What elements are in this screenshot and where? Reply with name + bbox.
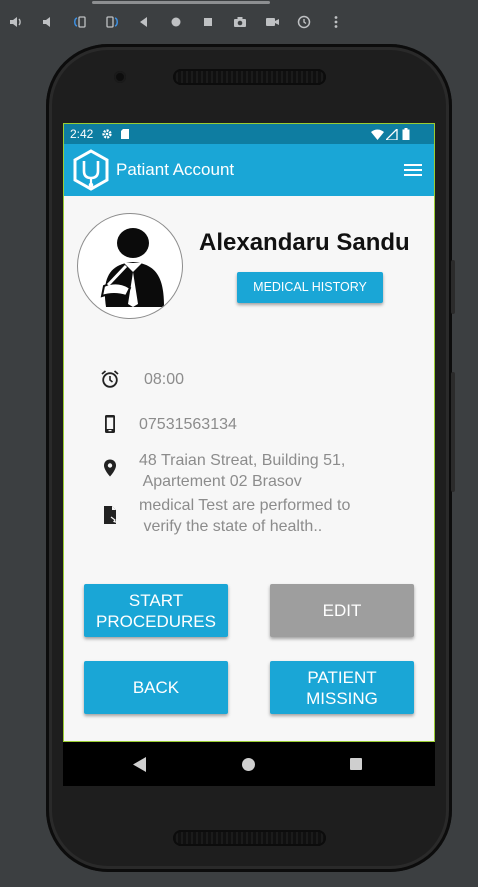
patient-name: Alexandaru Sandu [199, 229, 410, 256]
menu-icon[interactable] [404, 163, 422, 177]
alarm-clock-icon [101, 370, 119, 388]
ide-status-bar [0, 879, 478, 887]
patient-phone: 07531563134 [139, 416, 237, 433]
navigation-bar [63, 742, 435, 786]
nav-recent-apps-icon[interactable] [350, 758, 362, 770]
appointment-time: 08:00 [144, 371, 185, 388]
patient-silhouette-icon [100, 228, 164, 307]
wifi-icon [371, 129, 384, 140]
nav-back-icon[interactable] [133, 757, 147, 772]
toolbar-drag-handle[interactable] [92, 1, 270, 4]
device-screen: 2:42 Patiant Account Alexandaru Sandu ME… [63, 123, 435, 742]
overview-icon[interactable] [192, 6, 224, 38]
front-camera [114, 71, 126, 83]
more-icon[interactable] [320, 6, 352, 38]
bottom-speaker [173, 830, 326, 846]
back-button[interactable]: BACK [84, 661, 228, 714]
top-speaker [173, 69, 326, 85]
patient-address: 48 Traian Streat, Building 51, Apartemen… [139, 452, 346, 490]
app-logo-icon [73, 149, 109, 191]
app-bar-title: Patiant Account [116, 160, 235, 179]
back-icon[interactable] [128, 6, 160, 38]
document-note-icon [104, 506, 120, 524]
patient-missing-button[interactable]: PATIENT MISSING [270, 661, 414, 714]
side-button-lower[interactable] [451, 372, 455, 492]
emulator-toolbar [0, 0, 478, 44]
status-bar: 2:42 [64, 124, 434, 144]
record-icon[interactable] [256, 6, 288, 38]
volume-down-icon[interactable] [32, 6, 64, 38]
patient-missing-label: PATIENT MISSING [306, 667, 378, 708]
rotate-left-icon[interactable] [64, 6, 96, 38]
snapshot-icon[interactable] [288, 6, 320, 38]
patient-note: medical Test are performed to verify the… [139, 497, 351, 535]
sd-card-icon [121, 129, 130, 139]
status-time: 2:42 [70, 127, 94, 141]
screenshot-icon[interactable] [224, 6, 256, 38]
signal-icon [386, 128, 398, 140]
side-button-upper[interactable] [451, 260, 455, 314]
patient-account-content: Alexandaru Sandu MEDICAL HISTORY 08:00 0… [64, 196, 434, 741]
location-pin-icon [104, 459, 116, 477]
start-procedures-label: START PROCEDURES [96, 590, 216, 631]
home-icon[interactable] [160, 6, 192, 38]
battery-icon [402, 128, 410, 140]
nav-home-icon[interactable] [242, 758, 255, 771]
rotate-right-icon[interactable] [96, 6, 128, 38]
start-procedures-button[interactable]: START PROCEDURES [84, 584, 228, 637]
edit-button[interactable]: EDIT [270, 584, 414, 637]
app-bar: Patiant Account [64, 144, 434, 196]
edit-label: EDIT [322, 601, 362, 620]
power-icon[interactable] [0, 6, 32, 38]
settings-icon [102, 129, 112, 139]
back-label: BACK [132, 678, 180, 697]
patient-avatar [77, 213, 183, 319]
medical-history-button[interactable]: MEDICAL HISTORY [237, 272, 383, 303]
smartphone-icon [105, 415, 115, 433]
